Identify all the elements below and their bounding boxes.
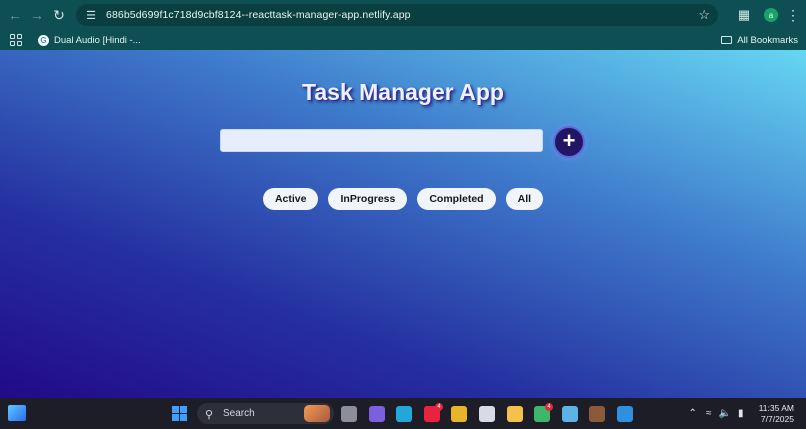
google-icon: G [38, 34, 49, 46]
bookmark-item[interactable]: G Dual Audio [Hindi -... [38, 34, 141, 46]
vscode-icon[interactable] [617, 406, 633, 422]
bookmark-star-icon[interactable]: ☆ [698, 7, 710, 23]
system-tray: ⌃ ≈ 🔈 ▮ 11:35 AM 7/7/2025 [685, 398, 806, 429]
reload-icon[interactable]: ↻ [48, 4, 70, 26]
apps-grid-icon[interactable] [10, 34, 22, 46]
notification-badge: 4 [435, 403, 443, 411]
edge-icon[interactable] [396, 406, 412, 422]
folder-icon [721, 36, 733, 44]
file-explorer-shortcut-icon[interactable] [341, 406, 357, 422]
search-label: Search [223, 408, 255, 419]
battery-icon[interactable]: ▮ [733, 408, 749, 419]
notification-badge: 4 [545, 403, 553, 411]
plus-icon: + [562, 128, 576, 153]
filter-active-button[interactable]: Active [262, 188, 319, 210]
all-bookmarks-label: All Bookmarks [737, 34, 798, 46]
url-text[interactable]: 686b5d699f1c718d9cbf8124--reacttask-mana… [106, 9, 411, 21]
taskbar-search[interactable]: ⚲ Search [197, 403, 334, 424]
page-title: Task Manager App [302, 79, 504, 105]
widgets-icon[interactable] [8, 405, 26, 421]
browser-toolbar: ← → ↻ ☰ 686b5d699f1c718d9cbf8124--reactt… [0, 0, 806, 30]
task-input[interactable] [220, 129, 543, 152]
bookmark-label: Dual Audio [Hindi -... [54, 34, 141, 46]
start-menu-icon[interactable] [172, 406, 187, 421]
teams-icon[interactable] [369, 406, 385, 422]
search-icon: ⚲ [205, 408, 214, 421]
filter-inprogress-button[interactable]: InProgress [328, 188, 408, 210]
forward-arrow-icon[interactable]: → [26, 4, 48, 26]
address-bar[interactable]: ☰ 686b5d699f1c718d9cbf8124--reacttask-ma… [76, 4, 718, 26]
site-info-icon[interactable]: ☰ [84, 8, 98, 22]
clock-date: 7/7/2025 [760, 413, 794, 424]
bookmarks-bar: G Dual Audio [Hindi -... All Bookmarks [0, 30, 806, 50]
chevron-up-icon[interactable]: ⌃ [685, 408, 701, 419]
folder-icon[interactable] [507, 406, 523, 422]
clock[interactable]: 11:35 AM 7/7/2025 [759, 403, 794, 425]
profile-avatar[interactable]: a [764, 8, 778, 22]
menu-kebab-icon[interactable]: ⋮ [784, 7, 802, 24]
add-task-button[interactable]: + [553, 126, 585, 158]
windows-taskbar: ⚲ Search 4 4 ⌃ ≈ 🔈 ▮ 11:35 AM 7/7/2025 [0, 398, 806, 429]
notepad-icon[interactable] [562, 406, 578, 422]
filter-all-button[interactable]: All [505, 188, 544, 210]
wifi-icon[interactable]: ≈ [701, 408, 717, 419]
document-icon[interactable] [479, 406, 495, 422]
extensions-icon[interactable]: ▦ [732, 0, 756, 30]
youtube-icon[interactable]: 4 [424, 403, 443, 422]
chrome-active-icon[interactable]: 4 [534, 403, 553, 422]
back-arrow-icon[interactable]: ← [4, 4, 26, 26]
filter-completed-button[interactable]: Completed [417, 188, 496, 210]
game-icon[interactable] [589, 406, 605, 422]
all-bookmarks-button[interactable]: All Bookmarks [721, 30, 798, 50]
chrome-icon[interactable] [451, 406, 467, 422]
volume-icon[interactable]: 🔈 [717, 408, 733, 419]
page-viewport: Task Manager App + Active InProgress Com… [0, 50, 806, 398]
clock-time: 11:35 AM [758, 402, 794, 413]
search-highlight-icon [304, 405, 330, 422]
filter-bar: Active InProgress Completed All [0, 188, 806, 210]
